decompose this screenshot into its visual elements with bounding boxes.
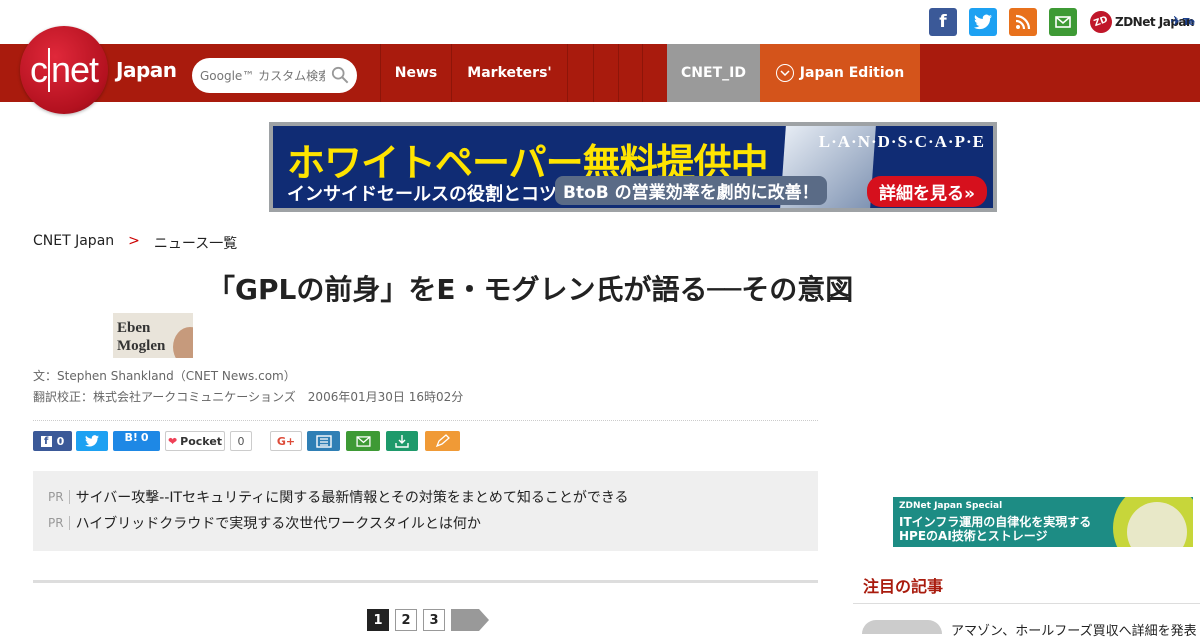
sidebar-ad-line: ITインフラ運用の自律化を実現する bbox=[899, 515, 1092, 529]
section-separator bbox=[33, 580, 818, 583]
photo-caption: Eben Moglen bbox=[117, 320, 166, 354]
nav-empty-2[interactable] bbox=[593, 44, 618, 102]
search-input[interactable] bbox=[198, 66, 327, 86]
nav-marketers[interactable]: Marketers' bbox=[451, 44, 567, 102]
ad-cta-button[interactable]: 詳細を見る» bbox=[867, 176, 987, 207]
breadcrumb: CNET Japan > ニュース一覧 bbox=[33, 233, 237, 253]
pr-item[interactable]: PR ハイブリッドクラウドで実現する次世代ワークスタイルとは何か bbox=[48, 513, 481, 533]
pr-item[interactable]: PR サイバー攻撃--ITセキュリティに関する最新情報とその対策をまとめて知るこ… bbox=[48, 487, 629, 507]
divider bbox=[33, 420, 818, 421]
facebook-share-button[interactable]: f 0 bbox=[33, 431, 72, 451]
logo-japan-label: Japan bbox=[116, 58, 177, 82]
techrepublic-icon: ✈ bbox=[1170, 14, 1182, 30]
author-photo: Eben Moglen bbox=[113, 313, 193, 358]
mail-icon[interactable] bbox=[1049, 8, 1077, 36]
download-icon bbox=[395, 435, 409, 448]
techrepublic-label: Te bbox=[1182, 16, 1196, 28]
sidebar-section-header: 注目の記事 bbox=[853, 560, 1200, 604]
next-page-arrow-icon[interactable] bbox=[451, 609, 489, 631]
hatena-icon: B! bbox=[124, 431, 138, 444]
pocket-count: 0 bbox=[230, 431, 252, 451]
chevron-down-icon bbox=[775, 64, 794, 82]
zdnet-logo-icon: ZD bbox=[1086, 7, 1116, 37]
sidebar-item-thumbnail[interactable] bbox=[862, 620, 942, 634]
print-button[interactable] bbox=[307, 431, 340, 451]
techrepublic-link[interactable]: ✈ Te bbox=[1170, 8, 1195, 36]
download-button[interactable] bbox=[386, 431, 418, 451]
page-3[interactable]: 3 bbox=[423, 609, 445, 631]
breadcrumb-news-list[interactable]: ニュース一覧 bbox=[154, 233, 237, 253]
pocket-icon: ❤ bbox=[167, 434, 178, 448]
hatena-count: 0 bbox=[140, 431, 149, 444]
mail-icon bbox=[355, 435, 371, 447]
sidebar-ad-text: ITインフラ運用の自律化を実現する HPEのAI技術とストレージ bbox=[899, 515, 1091, 543]
author-line: 文：Stephen Shankland（CNET News.com） bbox=[33, 369, 296, 383]
translator-date-line: 翻訳校正：株式会社アークコミュニケーションズ 2006年01月30日 16時02… bbox=[33, 390, 464, 404]
clip-button[interactable] bbox=[425, 431, 460, 451]
facebook-icon: f bbox=[40, 435, 52, 447]
breadcrumb-home[interactable]: CNET Japan bbox=[33, 233, 114, 253]
page-2[interactable]: 2 bbox=[395, 609, 417, 631]
facebook-count: 0 bbox=[56, 434, 65, 448]
twitter-icon bbox=[85, 435, 99, 447]
social-bar: f ZD ZDNet Japan ✈ Te bbox=[0, 0, 1200, 44]
page-1[interactable]: 1 bbox=[367, 609, 389, 631]
google-plus-button[interactable]: G+ bbox=[270, 431, 302, 451]
pr-tag: PR bbox=[48, 490, 70, 504]
sidebar-ad-label: ZDNet Japan Special bbox=[899, 501, 1003, 511]
ad-subline: インサイドセールスの役割とコツ bbox=[287, 184, 557, 205]
email-share-button[interactable] bbox=[346, 431, 380, 451]
article-title: 「GPLの前身」をE・モグレン氏が語る──その意図 bbox=[207, 273, 854, 306]
facebook-icon[interactable]: f bbox=[929, 8, 957, 36]
ad-pill: BtoB の営業効率を劇的に改善！ bbox=[555, 176, 827, 205]
edition-label: Japan Edition bbox=[799, 65, 905, 81]
byline: 文：Stephen Shankland（CNET News.com） 翻訳校正：… bbox=[33, 366, 463, 408]
search-box[interactable] bbox=[192, 58, 357, 93]
pr-tag: PR bbox=[48, 516, 70, 530]
pencil-icon bbox=[435, 434, 450, 448]
hatena-bookmark-button[interactable]: B! 0 bbox=[113, 431, 160, 451]
nav-empty-3[interactable] bbox=[618, 44, 643, 102]
pagination: 1 2 3 bbox=[367, 609, 489, 631]
nav-cnet-id[interactable]: CNET_ID bbox=[667, 44, 760, 102]
pr-box: PR サイバー攻撃--ITセキュリティに関する最新情報とその対策をまとめて知るこ… bbox=[33, 471, 818, 551]
pocket-label: Pocket bbox=[180, 434, 223, 448]
twitter-icon[interactable] bbox=[969, 8, 997, 36]
sidebar-section-title: 注目の記事 bbox=[863, 577, 944, 596]
sidebar-ad[interactable]: ZDNet Japan Special ITインフラ運用の自律化を実現する HP… bbox=[893, 497, 1193, 547]
rss-icon[interactable] bbox=[1009, 8, 1037, 36]
nav-news[interactable]: News bbox=[380, 44, 451, 102]
nav-empty-1[interactable] bbox=[567, 44, 593, 102]
ad-brand: L·A·N·D·S·C·A·P·E bbox=[818, 132, 985, 151]
pocket-button[interactable]: ❤ Pocket bbox=[165, 431, 225, 451]
nav-japan-edition[interactable]: Japan Edition bbox=[760, 44, 920, 102]
ad-banner[interactable]: ホワイトペーパー無料提供中 インサイドセールスの役割とコツ BtoB の営業効率… bbox=[269, 122, 997, 212]
pr-link-text: ハイブリッドクラウドで実現する次世代ワークスタイルとは何か bbox=[75, 516, 481, 532]
sidebar-ad-line: HPEのAI技術とストレージ bbox=[899, 529, 1048, 543]
search-icon[interactable] bbox=[331, 66, 349, 84]
twitter-share-button[interactable] bbox=[76, 431, 108, 451]
breadcrumb-separator: > bbox=[128, 233, 140, 249]
print-icon bbox=[315, 434, 332, 448]
cnet-logo[interactable]: c net bbox=[20, 26, 108, 114]
pr-link-text: サイバー攻撃--ITセキュリティに関する最新情報とその対策をまとめて知ることがで… bbox=[75, 490, 629, 506]
